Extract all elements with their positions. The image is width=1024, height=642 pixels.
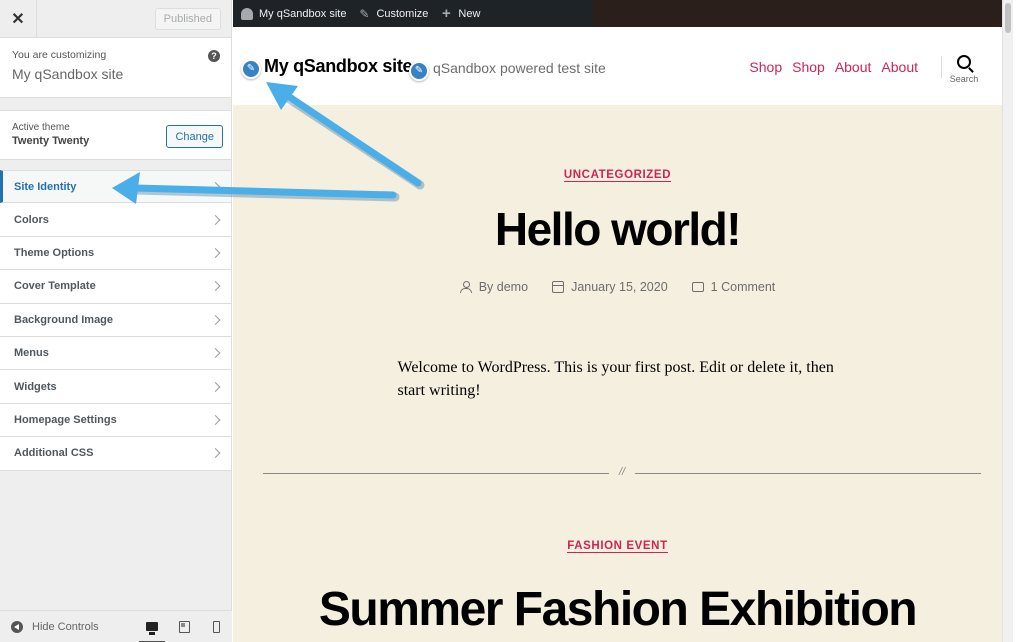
mobile-icon (212, 620, 220, 633)
post-comments-text: 1 Comment (710, 280, 776, 294)
post-category-link[interactable]: FASHION EVENT (567, 540, 668, 553)
sidebar-item-label: Cover Template (14, 280, 96, 293)
chevron-right-icon (210, 448, 221, 459)
search-label: Search (949, 74, 979, 84)
site-preview: My qSandbox site ✎ Customize + New ✎ My … (233, 0, 1013, 642)
brush-icon: ✎ (359, 6, 370, 21)
post-author-text: By demo (478, 280, 529, 294)
customizing-info: You are customizing My qSandbox site ? (0, 38, 231, 98)
admin-bar: My qSandbox site ✎ Customize + New (233, 0, 1013, 27)
sidebar-item-menus[interactable]: Menus (0, 336, 231, 371)
scrollbar-thumb[interactable] (1005, 3, 1011, 33)
post-date-text: January 15, 2020 (571, 280, 668, 294)
sidebar-item-cover-template[interactable]: Cover Template (0, 270, 231, 304)
chevron-right-icon (210, 314, 221, 325)
chevron-right-icon (210, 348, 221, 359)
post-date[interactable]: January 15, 2020 (552, 280, 668, 294)
preview-tablet-button[interactable] (168, 611, 200, 642)
admin-bar-filler (593, 0, 1013, 27)
sidebar-item-label: Additional CSS (14, 447, 94, 460)
admin-bar-site-label: My qSandbox site (259, 7, 347, 20)
sidebar-item-additional-css[interactable]: Additional CSS (0, 437, 231, 471)
post-excerpt: Welcome to WordPress. This is your first… (397, 359, 834, 400)
post-title[interactable]: Summer Fashion Exhibition (233, 586, 1002, 634)
calendar-icon (552, 281, 565, 293)
sidebar-item-label: Theme Options (14, 246, 95, 259)
sidebar-item-theme-options[interactable]: Theme Options (0, 236, 231, 271)
comment-icon (691, 282, 704, 292)
user-icon (459, 281, 472, 293)
customizer-sidebar: ✕ Published You are customizing My qSand… (0, 0, 232, 642)
post-meta: By demo January 15, 2020 1 Comment (233, 280, 1002, 294)
sidebar-header: ✕ Published (0, 0, 231, 38)
customizing-site-name: My qSandbox site (12, 66, 124, 82)
nav-link-about[interactable]: About (835, 59, 872, 75)
post-summer-fashion: FASHION EVENT Summer Fashion Exhibition (233, 536, 1002, 634)
site-title[interactable]: My qSandbox site (264, 56, 413, 77)
dashboard-icon (241, 7, 253, 20)
admin-bar-customize-link[interactable]: ✎ Customize (358, 8, 428, 20)
customizer-window: ✕ Published You are customizing My qSand… (0, 0, 1024, 642)
sidebar-item-label: Menus (14, 347, 49, 360)
sidebar-item-colors[interactable]: Colors (0, 203, 231, 237)
divider-mark: // (608, 466, 636, 478)
help-icon[interactable]: ? (208, 50, 220, 62)
sidebar-item-label: Widgets (14, 380, 57, 393)
preview-scrollbar[interactable] (1002, 0, 1013, 642)
sidebar-item-label: Colors (14, 213, 49, 226)
preview-mobile-button[interactable] (200, 611, 232, 642)
nav-separator (941, 56, 942, 78)
chevron-right-icon (210, 248, 221, 258)
sidebar-item-homepage-settings[interactable]: Homepage Settings (0, 403, 231, 438)
published-button[interactable]: Published (154, 7, 221, 30)
desktop-icon (146, 622, 158, 635)
sidebar-item-widgets[interactable]: Widgets (0, 370, 231, 404)
hide-controls-button[interactable]: Hide Controls (32, 621, 99, 633)
admin-bar-site-link[interactable]: My qSandbox site (241, 7, 347, 20)
change-theme-button[interactable]: Change (166, 125, 223, 148)
preview-desktop-button[interactable] (136, 611, 168, 642)
edit-site-title-pencil-icon[interactable]: ✎ (241, 59, 261, 79)
plus-icon: + (442, 4, 451, 22)
sidebar-item-background-image[interactable]: Background Image (0, 303, 231, 337)
post-author[interactable]: By demo (459, 280, 529, 294)
primary-menu: Shop Shop About About (749, 59, 918, 75)
search-toggle[interactable]: Search (944, 55, 984, 84)
chevron-right-icon (210, 414, 221, 425)
edit-tagline-pencil-icon[interactable]: ✎ (409, 61, 429, 81)
customizer-panel-list: Site Identity Colors Theme Options Cover… (0, 170, 231, 471)
admin-bar-new-label: New (458, 7, 481, 20)
tablet-icon (178, 620, 190, 633)
collapse-arrow-icon[interactable] (11, 620, 23, 633)
sidebar-item-site-identity[interactable]: Site Identity (0, 170, 231, 204)
post-title[interactable]: Hello world! (233, 206, 1002, 252)
admin-bar-customize-label: Customize (376, 7, 429, 20)
nav-link-about[interactable]: About (881, 59, 918, 75)
sidebar-item-label: Background Image (14, 313, 114, 326)
device-preview-buttons (136, 611, 232, 642)
admin-bar-new-link[interactable]: + New (440, 4, 481, 22)
post-hello-world: UNCATEGORIZED Hello world! By demo Janua… (233, 165, 1002, 402)
nav-link-shop[interactable]: Shop (749, 59, 782, 75)
post-category-link[interactable]: UNCATEGORIZED (563, 169, 672, 182)
search-icon (957, 55, 971, 69)
active-theme-section: Active theme Twenty Twenty Change (0, 110, 231, 160)
post-divider: // (263, 466, 981, 478)
site-tagline: qSandbox powered test site (433, 60, 606, 76)
sidebar-footer: Hide Controls (0, 610, 232, 642)
chevron-right-icon (210, 181, 221, 192)
close-icon[interactable]: ✕ (0, 0, 37, 38)
chevron-right-icon (210, 381, 221, 392)
post-comments[interactable]: 1 Comment (691, 280, 776, 294)
site-header: ✎ My qSandbox site ✎ qSandbox powered te… (233, 27, 1013, 105)
customizing-label: You are customizing (12, 49, 107, 61)
chevron-right-icon (210, 281, 221, 292)
sidebar-item-label: Homepage Settings (14, 413, 117, 426)
chevron-right-icon (210, 214, 221, 225)
sidebar-item-label: Site Identity (14, 180, 77, 193)
nav-link-shop[interactable]: Shop (792, 59, 825, 75)
